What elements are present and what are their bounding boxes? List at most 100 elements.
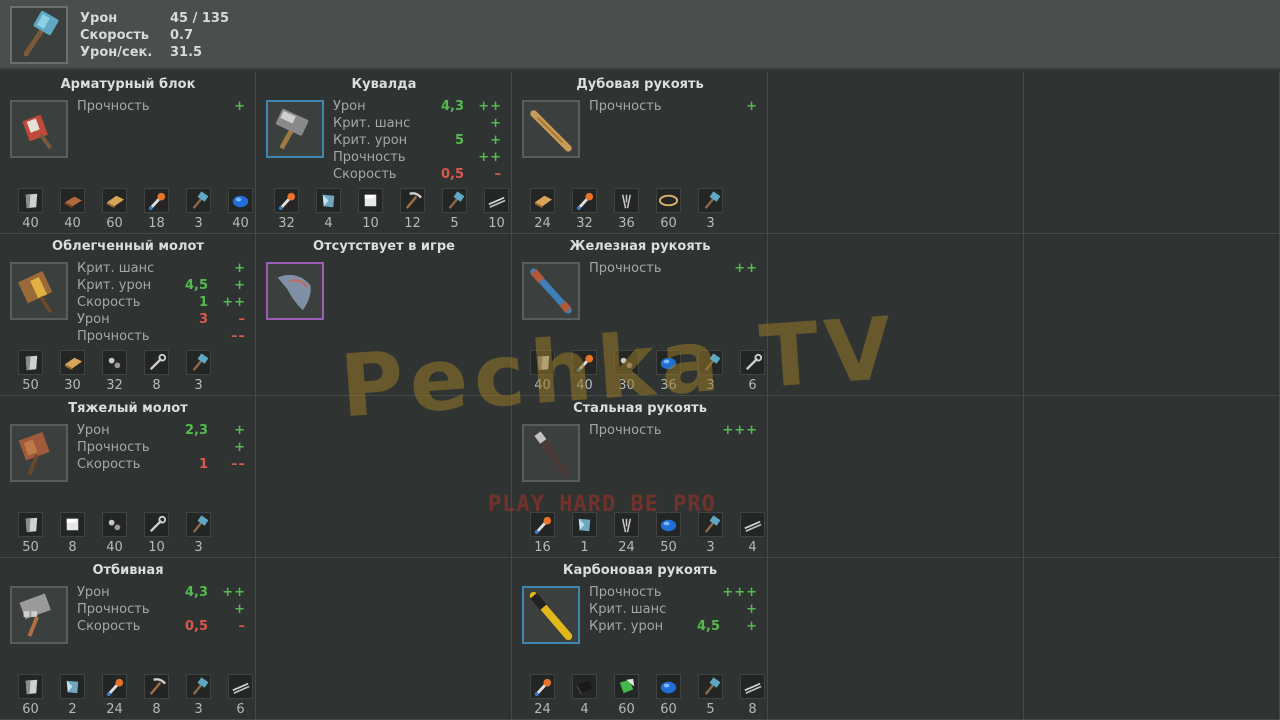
material-item: 6 (732, 350, 773, 393)
material-quantity: 36 (660, 378, 677, 393)
material-item: 40 (52, 188, 93, 231)
property-row: Урон 4,3 ++ (333, 98, 508, 115)
property-row: Прочность ++ (333, 149, 508, 166)
material-slot (316, 188, 341, 213)
material-item: 4 (732, 512, 773, 555)
part-card[interactable]: Кувалда Урон 4,3 ++ Крит. шанс + Крит. урон 5 + П… (256, 72, 512, 234)
pickaxe-icon (405, 192, 423, 209)
material-item: 40 (10, 188, 51, 231)
material-item: 8 (136, 350, 177, 393)
part-slot[interactable] (522, 100, 580, 158)
part-card[interactable]: Отбивная Урон 4,3 ++ Прочность + Скорость 0,5 – 6… (0, 558, 256, 720)
material-item: 32 (564, 188, 605, 231)
material-quantity: 3 (194, 702, 203, 717)
wrench-icon (149, 515, 167, 533)
material-item: 5 (690, 674, 731, 717)
part-card[interactable]: Железная рукоять Прочность ++ 40 40 30 36 3 6 (512, 234, 768, 396)
property-value: 5 (454, 133, 464, 148)
property-row: Прочность + (77, 98, 252, 115)
property-name: Крит. шанс (589, 602, 667, 617)
material-slot (530, 512, 555, 537)
material-quantity: 10 (488, 216, 505, 231)
part-slot[interactable] (10, 424, 68, 482)
property-modifier: + (234, 423, 246, 438)
property-modifier: ++ (222, 295, 246, 310)
part-slot[interactable] (522, 424, 580, 482)
meat-tenderizer-icon (19, 593, 51, 637)
part-card[interactable]: Дубовая рукоять Прочность +24 32 36 60 3 (512, 72, 768, 234)
material-slot (656, 512, 681, 537)
part-card[interactable]: Облегченный молот Крит. шанс + Крит. урон 4,… (0, 234, 256, 396)
bolts-icon (108, 357, 121, 369)
material-slot (186, 512, 211, 537)
wood-plank-icon (534, 195, 553, 209)
material-slot (228, 674, 253, 699)
material-slot (18, 674, 43, 699)
material-quantity: 60 (106, 216, 123, 231)
part-slot[interactable] (10, 586, 68, 644)
property-row: Прочность –– (77, 328, 252, 345)
material-slot (614, 350, 639, 375)
green-chip-icon (619, 678, 635, 694)
part-slot[interactable] (266, 262, 324, 320)
material-item: 40 (94, 512, 135, 555)
part-title: Арматурный блок (60, 77, 196, 92)
material-item: 30 (52, 350, 93, 393)
part-card[interactable]: Карбоновая рукоять Прочность +++ Крит. шанс… (512, 558, 768, 720)
material-quantity: 40 (232, 216, 249, 231)
material-slot (60, 512, 85, 537)
grid-cell-empty (256, 558, 512, 720)
material-quantity: 32 (106, 378, 123, 393)
part-slot[interactable] (10, 100, 68, 158)
material-quantity: 4 (580, 702, 589, 717)
material-quantity: 24 (106, 702, 123, 717)
material-item: 32 (94, 350, 135, 393)
material-slot (102, 512, 127, 537)
part-card[interactable]: Отсутствует в игре (256, 234, 512, 396)
unknown-part-icon (277, 274, 311, 311)
property-row: Скорость 0,5 – (333, 166, 508, 183)
part-properties: Урон 4,3 ++ Крит. шанс + Крит. урон 5 + Прочност… (333, 98, 508, 183)
wood-plank-icon (64, 357, 83, 371)
property-modifier: –– (231, 457, 246, 472)
material-slot (144, 512, 169, 537)
property-modifier: + (234, 261, 246, 276)
rebar-block-icon (22, 114, 53, 150)
torch-icon (148, 192, 166, 211)
part-card[interactable]: Арматурный блок Прочность +40 40 60 18 3 40 (0, 72, 256, 234)
part-properties: Крит. шанс + Крит. урон 4,5 + Скорость 1 ++ Урон… (77, 260, 252, 345)
property-name: Скорость (77, 619, 141, 634)
grid-cell-empty (768, 72, 1024, 234)
material-item: 2 (52, 674, 93, 717)
material-slot (614, 512, 639, 537)
carbon-handle-icon (529, 591, 573, 641)
material-slot (530, 350, 555, 375)
part-card[interactable]: Стальная рукоять Прочность +++ 16 1 24 50 3 4 (512, 396, 768, 558)
material-slot (698, 188, 723, 213)
material-slot (102, 350, 127, 375)
part-properties: Прочность + (77, 98, 252, 115)
material-quantity: 2 (68, 702, 77, 717)
material-quantity: 8 (68, 540, 77, 555)
part-slot[interactable] (522, 586, 580, 644)
property-modifier: + (234, 99, 246, 114)
material-quantity: 24 (618, 540, 635, 555)
material-item: 1 (564, 512, 605, 555)
weapon-slot[interactable] (10, 6, 68, 64)
part-slot[interactable] (10, 262, 68, 320)
material-slot (614, 674, 639, 699)
part-card[interactable]: Тяжелый молот Урон 2,3 + Прочность + Скорость 1… (0, 396, 256, 558)
part-slot[interactable] (522, 262, 580, 320)
torch-icon (278, 192, 296, 211)
property-modifier: – (494, 167, 502, 182)
material-quantity: 4 (324, 216, 333, 231)
hammer-icon (704, 191, 721, 209)
material-quantity: 60 (22, 702, 39, 717)
stat-dps-label: Урон/сек. (80, 45, 153, 60)
stat-dps-value: 31.5 (170, 45, 203, 60)
part-slot[interactable] (266, 100, 324, 158)
material-item: 3 (690, 350, 731, 393)
material-item: 8 (732, 674, 773, 717)
material-item: 36 (648, 350, 689, 393)
material-item: 24 (94, 674, 135, 717)
